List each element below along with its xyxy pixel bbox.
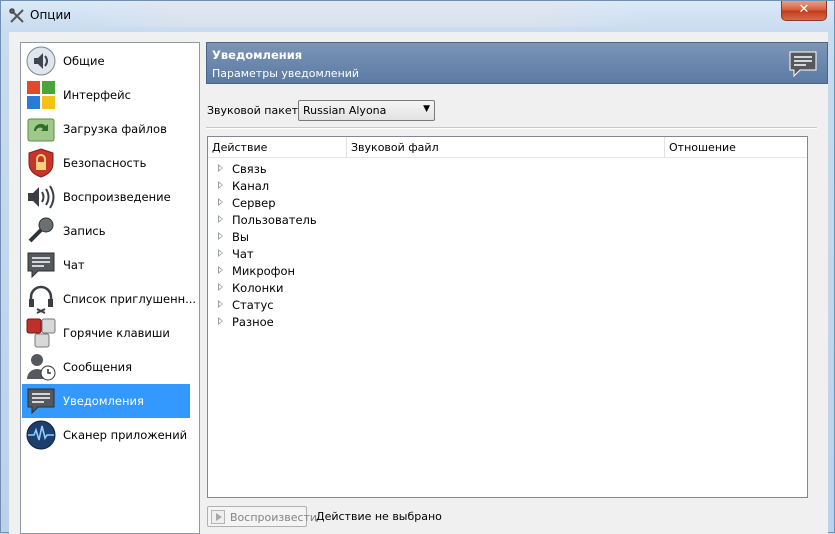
sidebar-item-recording[interactable]: Запись <box>22 214 190 248</box>
column-header-sound-file[interactable]: Звуковой файл <box>347 137 665 157</box>
window-title: Опции <box>30 8 72 22</box>
speaker-waves-icon <box>28 185 55 209</box>
title-bar[interactable]: Опции ✕ <box>1 1 834 32</box>
expand-arrow-icon[interactable] <box>218 232 223 240</box>
windows-logo-icon <box>27 81 55 109</box>
tree-row[interactable]: Сервер <box>208 194 807 211</box>
expand-arrow-icon[interactable] <box>218 283 223 291</box>
tree-row[interactable]: Чат <box>208 245 807 262</box>
user-clock-icon <box>27 354 56 381</box>
expand-arrow-icon[interactable] <box>218 181 223 189</box>
expand-arrow-icon[interactable] <box>218 266 223 274</box>
play-icon <box>211 510 225 524</box>
sidebar-item-messages[interactable]: Сообщения <box>22 350 190 384</box>
sound-pack-value: Russian Alyona <box>303 104 387 117</box>
title-decoration <box>71 1 651 27</box>
notification-tree: Действие Звуковой файл Отношение Связь К… <box>207 136 808 498</box>
microphone-icon <box>28 217 54 243</box>
header-divider <box>208 157 807 158</box>
notification-bubble-icon <box>789 51 817 78</box>
lock-shield-icon <box>28 148 54 178</box>
chevron-down-icon: ▼ <box>423 104 430 114</box>
column-header-relation[interactable]: Отношение <box>665 137 807 157</box>
options-sidebar: Общие Интерфейс Загрузка файлов Безопасн… <box>20 42 200 534</box>
sidebar-item-chat[interactable]: Чат <box>22 248 190 282</box>
sound-pack-select[interactable]: Russian Alyona ▼ <box>298 100 435 121</box>
hotkeys-icon <box>26 318 56 348</box>
options-window: Опции ✕ Общие Интерфейс Загрузка файлов … <box>0 0 835 534</box>
expand-arrow-icon[interactable] <box>218 198 223 206</box>
tree-row[interactable]: Канал <box>208 177 807 194</box>
expand-arrow-icon[interactable] <box>218 215 223 223</box>
tree-row[interactable]: Статус <box>208 296 807 313</box>
sidebar-item-app-scanner[interactable]: Сканер приложений <box>22 418 190 452</box>
sidebar-item-interface[interactable]: Интерфейс <box>22 78 190 112</box>
panel-subtitle: Параметры уведомлений <box>212 67 360 80</box>
sidebar-item-file-transfer[interactable]: Загрузка файлов <box>22 112 190 146</box>
expand-arrow-icon[interactable] <box>218 317 223 325</box>
dialog-client: Общие Интерфейс Загрузка файлов Безопасн… <box>9 32 828 534</box>
sidebar-item-hotkeys[interactable]: Горячие клавиши <box>22 316 190 350</box>
tree-row[interactable]: Вы <box>208 228 807 245</box>
file-transfer-icon <box>27 118 55 142</box>
tree-row[interactable]: Колонки <box>208 279 807 296</box>
close-button[interactable]: ✕ <box>781 1 827 21</box>
expand-arrow-icon[interactable] <box>218 164 223 172</box>
sidebar-item-general[interactable]: Общие <box>22 44 190 78</box>
sound-pack-label: Звуковой пакет: <box>207 104 302 117</box>
panel-header: Уведомления Параметры уведомлений <box>206 42 828 84</box>
app-scanner-icon <box>26 420 56 450</box>
tree-row[interactable]: Пользователь <box>208 211 807 228</box>
chat-bubble-icon <box>27 252 55 279</box>
speaker-on-icon <box>26 46 56 76</box>
status-text: Действие не выбрано <box>316 510 442 523</box>
tree-row[interactable]: Связь <box>208 160 807 177</box>
tree-row[interactable]: Микрофон <box>208 262 807 279</box>
notification-bubble-icon <box>27 388 55 415</box>
muted-headset-icon <box>29 285 53 314</box>
expand-arrow-icon[interactable] <box>218 249 223 257</box>
sidebar-item-playback[interactable]: Воспроизведение <box>22 180 190 214</box>
tree-row[interactable]: Разное <box>208 313 807 330</box>
panel-title: Уведомления <box>212 48 303 62</box>
expand-arrow-icon[interactable] <box>218 300 223 308</box>
column-header-action[interactable]: Действие <box>208 137 347 157</box>
play-button[interactable]: Воспроизвести <box>207 506 317 527</box>
sidebar-item-security[interactable]: Безопасность <box>22 146 190 180</box>
separator <box>206 127 817 129</box>
sidebar-item-notifications[interactable]: Уведомления <box>22 384 190 418</box>
sidebar-item-mute-list[interactable]: Список приглушенн... <box>22 282 196 316</box>
tools-icon <box>9 8 24 23</box>
